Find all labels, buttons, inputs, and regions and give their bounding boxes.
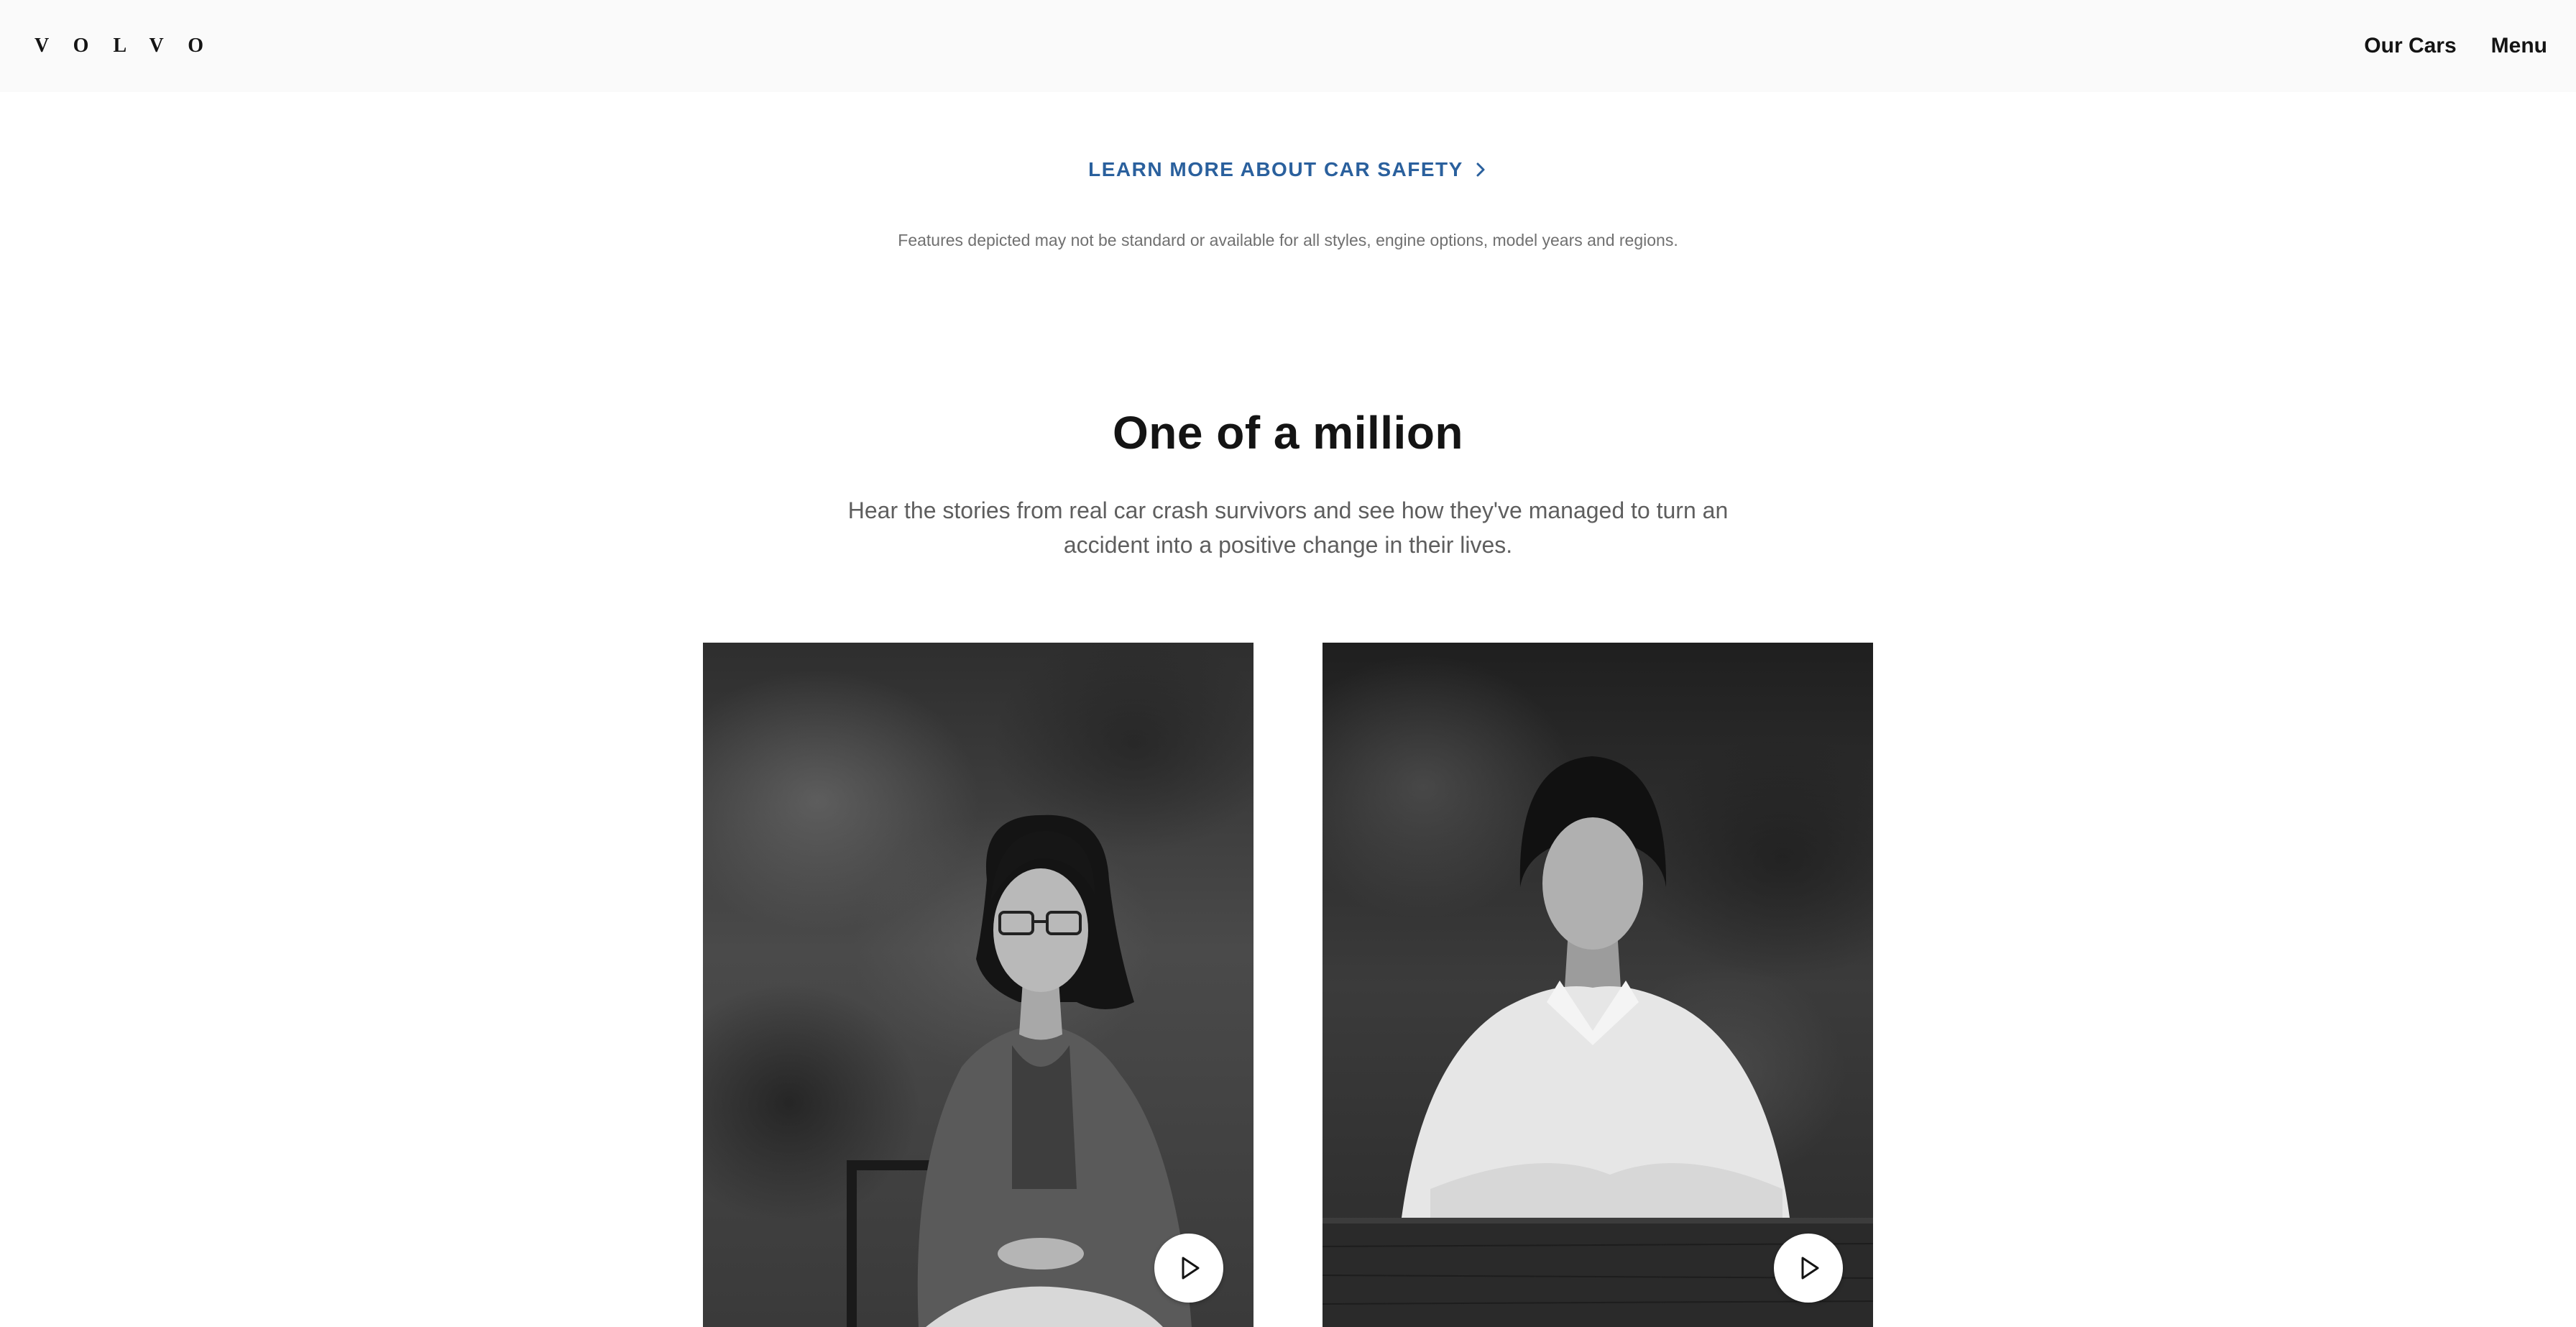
- play-icon: [1182, 1257, 1200, 1280]
- story-card-1[interactable]: [703, 643, 1254, 1327]
- learn-more-label: LEARN MORE ABOUT CAR SAFETY: [1088, 158, 1463, 180]
- main-nav: Our Cars Menu: [2329, 29, 2547, 63]
- menu-button[interactable]: Menu: [2491, 29, 2547, 63]
- portrait-woman-glasses: [847, 814, 1192, 1327]
- section-title: One of a million: [1112, 407, 1464, 459]
- learn-more-car-safety-link[interactable]: LEARN MORE ABOUT CAR SAFETY: [1088, 152, 1488, 187]
- our-cars-link[interactable]: Our Cars: [2364, 29, 2456, 63]
- site-header: VOLVO Our Cars Menu: [0, 0, 2576, 92]
- section-subtitle: Hear the stories from real car crash sur…: [847, 497, 1729, 558]
- volvo-logo[interactable]: VOLVO: [34, 35, 228, 58]
- play-icon: [1801, 1257, 1819, 1280]
- safety-link-container: LEARN MORE ABOUT CAR SAFETY: [0, 152, 2576, 187]
- play-video-button-2[interactable]: [1774, 1234, 1843, 1303]
- features-disclaimer: Features depicted may not be standard or…: [898, 231, 1678, 249]
- portrait-woman-white-shirt: [1322, 756, 1873, 1327]
- chevron-right-icon: [1476, 162, 1485, 177]
- story-card-2[interactable]: [1322, 643, 1873, 1327]
- play-video-button-1[interactable]: [1154, 1234, 1223, 1303]
